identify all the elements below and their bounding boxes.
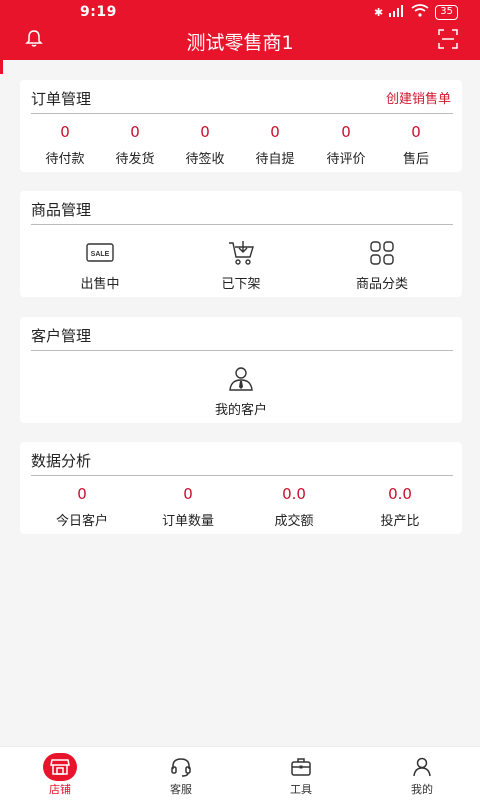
tile-label: 商品分类: [355, 277, 408, 292]
tab-label: 工具: [290, 783, 312, 796]
create-sales-order-link[interactable]: 创建销售单: [386, 88, 451, 107]
headset-icon: [171, 758, 191, 777]
wifi-icon: [411, 4, 429, 20]
stat-today-customers[interactable]: 0 今日客户: [47, 484, 117, 529]
status-bar: 9:19 ✱ 35: [0, 0, 480, 24]
divider: [31, 113, 453, 114]
products-card: 商品管理 SALE 出售中 已下架 商品分类: [20, 191, 462, 297]
title-bar: 测试零售商1: [0, 24, 480, 58]
tile-label: 我的客户: [214, 403, 267, 418]
stat-value: 0: [183, 485, 193, 503]
tab-label: 店铺: [49, 783, 71, 796]
page-title: 测试零售商1: [186, 32, 294, 54]
tile-label: 已下架: [221, 277, 261, 292]
tile-categories[interactable]: 商品分类: [342, 239, 422, 292]
stat-label: 售后: [402, 152, 429, 167]
tab-label: 客服: [170, 783, 192, 796]
tab-label: 我的: [411, 783, 433, 796]
stat-value: 0: [270, 123, 280, 141]
stat-value: 0: [341, 123, 351, 141]
stat-turnover[interactable]: 0.0 成交额: [259, 484, 329, 529]
stat-pending-payment[interactable]: 0 待付款: [30, 122, 100, 167]
cart-down-icon: [229, 241, 254, 265]
user-tie-icon: [229, 367, 253, 391]
bluetooth-icon: ✱: [374, 5, 384, 19]
store-icon: [50, 759, 70, 775]
divider: [31, 350, 453, 351]
stat-pending-shipment[interactable]: 0 待发货: [100, 122, 170, 167]
tile-label: 出售中: [80, 277, 120, 292]
products-title: 商品管理: [31, 201, 92, 219]
stat-pending-receipt[interactable]: 0 待签收: [170, 122, 240, 167]
accent-mark: [0, 60, 3, 74]
stat-label: 待付款: [45, 152, 85, 167]
stat-label: 待发货: [115, 152, 155, 167]
analytics-card: 数据分析 0 今日客户 0 订单数量 0.0 成交额 0.0 投产比: [20, 442, 462, 534]
stat-label: 成交额: [274, 514, 314, 529]
tile-my-customers[interactable]: 我的客户: [201, 365, 281, 418]
stat-value: 0: [411, 123, 421, 141]
tile-off-shelf[interactable]: 已下架: [201, 239, 281, 292]
analytics-title: 数据分析: [31, 452, 92, 470]
stat-label: 订单数量: [161, 514, 214, 529]
stat-label: 投产比: [380, 514, 420, 529]
stat-label: 今日客户: [55, 514, 108, 529]
stat-label: 待签收: [185, 152, 225, 167]
stat-label: 待评价: [326, 152, 366, 167]
status-icons: ✱ 35: [374, 4, 458, 20]
person-icon: [413, 757, 431, 777]
toolbox-icon: [291, 758, 311, 776]
divider: [31, 224, 453, 225]
app-header: 9:19 ✱ 35 测试零售商1: [0, 0, 480, 60]
tile-on-sale[interactable]: SALE 出售中: [60, 239, 140, 292]
stat-value: 0: [60, 123, 70, 141]
signal-icon: [389, 4, 405, 20]
orders-title: 订单管理: [31, 90, 92, 108]
orders-card: 订单管理 创建销售单 0 待付款 0 待发货 0 待签收 0 待自提 0 待评价 0 售后: [20, 80, 462, 172]
customers-card: 客户管理 我的客户: [20, 317, 462, 423]
stat-after-sales[interactable]: 0 售后: [381, 122, 451, 167]
stat-value: 0: [77, 485, 87, 503]
grid-icon: [370, 241, 394, 265]
stat-value: 0: [130, 123, 140, 141]
customers-title: 客户管理: [31, 327, 92, 345]
tab-store[interactable]: 店铺: [0, 747, 120, 800]
tab-customer-service[interactable]: 客服: [121, 747, 241, 800]
divider: [31, 475, 453, 476]
stat-value: 0.0: [282, 485, 306, 503]
bottom-tab-bar: 店铺 客服 工具 我的: [0, 746, 480, 800]
stat-value: 0: [200, 123, 210, 141]
stat-value: 0.0: [388, 485, 412, 503]
status-time: 9:19: [80, 4, 117, 20]
battery-icon: 35: [435, 4, 458, 20]
sale-tag-icon: SALE: [86, 243, 114, 262]
svg-text:SALE: SALE: [91, 251, 110, 258]
scan-icon[interactable]: [438, 29, 458, 49]
stat-label: 待自提: [255, 152, 295, 167]
tab-profile[interactable]: 我的: [362, 747, 480, 800]
tab-tools[interactable]: 工具: [241, 747, 361, 800]
stat-roi[interactable]: 0.0 投产比: [365, 484, 435, 529]
stat-pending-review[interactable]: 0 待评价: [311, 122, 381, 167]
stat-order-count[interactable]: 0 订单数量: [153, 484, 223, 529]
stat-pending-pickup[interactable]: 0 待自提: [240, 122, 310, 167]
